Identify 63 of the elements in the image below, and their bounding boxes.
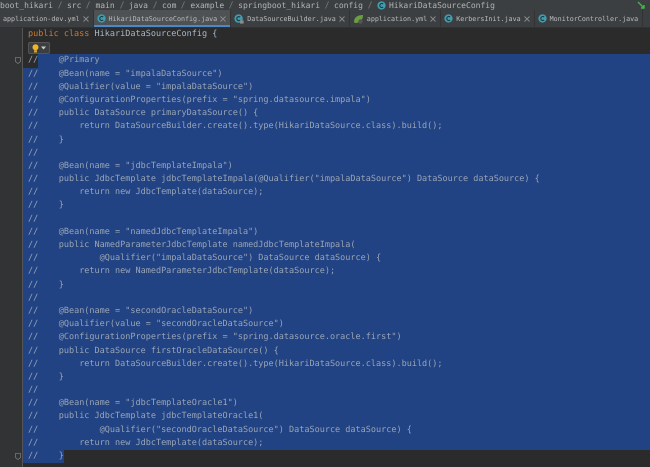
class-icon bbox=[444, 14, 454, 23]
separator-icon bbox=[229, 1, 234, 9]
code-line: // bbox=[23, 384, 650, 398]
separator-icon bbox=[181, 1, 186, 9]
separator-icon bbox=[152, 1, 157, 9]
breadcrumb-item[interactable]: java bbox=[128, 0, 148, 10]
close-icon[interactable] bbox=[220, 16, 226, 22]
breadcrumb-item[interactable]: com bbox=[162, 0, 176, 10]
code-line: // @Bean(name = "impalaDataSource") bbox=[23, 68, 650, 81]
code-line: // public DataSource primaryDataSource() { bbox=[23, 107, 650, 120]
code-line: // @Bean(name = "namedJdbcTemplateImpala") bbox=[23, 226, 650, 239]
code-line: // return DataSourceBuilder.create().type(HikariDataSource.class).build(); bbox=[23, 358, 650, 371]
close-icon[interactable] bbox=[82, 16, 88, 22]
code-line: // @ConfigurationProperties(prefix = "spring.datasource.impala") bbox=[23, 94, 650, 108]
code-line: // } bbox=[23, 278, 650, 292]
breadcrumb-item[interactable]: src bbox=[66, 0, 82, 10]
close-icon[interactable] bbox=[430, 16, 436, 22]
code-line: // @Qualifier("impalaDataSource") DataSource dataSource) { bbox=[23, 252, 650, 266]
code-line: // public DataSource firstOracleDataSource() { bbox=[23, 344, 650, 358]
code-line: // return DataSourceBuilder.create().type(HikariDataSource.class).build(); bbox=[23, 120, 650, 134]
breadcrumb-item[interactable]: boot_hikari bbox=[0, 0, 53, 10]
fold-icon[interactable] bbox=[15, 57, 21, 64]
breadcrumb-item[interactable]: main bbox=[95, 0, 115, 10]
code-line: // @ConfigurationProperties(prefix = "spring.datasource.oracle.first") bbox=[23, 331, 650, 344]
code-line: // bbox=[23, 146, 650, 160]
close-icon[interactable] bbox=[338, 16, 345, 22]
class-lock-icon bbox=[234, 14, 244, 24]
leaf-icon bbox=[352, 14, 364, 24]
code-line: // } bbox=[23, 450, 650, 464]
code-line: // return new NamedParameterJdbcTemplate(dataSource); bbox=[23, 265, 650, 279]
separator-icon bbox=[368, 1, 372, 9]
code-line: // bbox=[23, 212, 650, 226]
breadcrumb-item[interactable]: example bbox=[190, 0, 224, 10]
separator-icon bbox=[86, 1, 90, 9]
class-icon bbox=[538, 14, 547, 23]
separator-icon bbox=[325, 1, 330, 9]
code-line: // @Bean(name = "secondOracleDataSource") bbox=[23, 304, 650, 318]
lightbulb-icon[interactable] bbox=[28, 42, 50, 54]
code-line: // @Qualifier("secondOracleDataSource") DataSource dataSource) { bbox=[23, 424, 650, 437]
code-line: // return new JdbcTemplate(dataSource); bbox=[23, 436, 650, 450]
code-line: // public NamedParameterJdbcTemplate namedJdbcTemplateImpala( bbox=[23, 239, 650, 252]
code-line: // @Qualifier(value = "secondOracleDataSource") bbox=[23, 318, 650, 332]
class-icon bbox=[376, 0, 386, 10]
code-line: // @Qualifier(value = "impalaDataSource") bbox=[23, 80, 650, 94]
class-icon bbox=[96, 14, 106, 23]
code-line: // } bbox=[23, 370, 650, 384]
code-line: // bbox=[23, 292, 650, 305]
separator-icon bbox=[120, 1, 124, 9]
code-line: // public JdbcTemplate jdbcTemplateOracle1( bbox=[23, 410, 650, 424]
code-line: // return new JdbcTemplate(dataSource); bbox=[23, 186, 650, 200]
separator-icon bbox=[58, 1, 62, 9]
code-line: public class HikariDataSourceConfig { bbox=[27, 28, 218, 41]
arrow-icon[interactable] bbox=[637, 1, 646, 9]
code-line: // public JdbcTemplate jdbcTemplateImpala(@Qualifier("impalaDataSource") DataSource dataSource) { bbox=[23, 173, 650, 186]
code-line: // @Bean(name = "jdbcTemplateImpala") bbox=[23, 160, 650, 174]
code-line: // } bbox=[23, 199, 650, 213]
breadcrumb-item[interactable]: config bbox=[334, 0, 363, 10]
fold-icon[interactable] bbox=[15, 453, 21, 460]
close-icon[interactable] bbox=[524, 16, 530, 22]
code-line: // } bbox=[23, 134, 650, 147]
breadcrumb-item[interactable]: HikariDataSourceConfig bbox=[376, 0, 495, 10]
code-line: // @Bean(name = "jdbcTemplateOracle1") bbox=[23, 397, 650, 410]
breadcrumb-item[interactable]: springboot_hikari bbox=[238, 0, 320, 10]
